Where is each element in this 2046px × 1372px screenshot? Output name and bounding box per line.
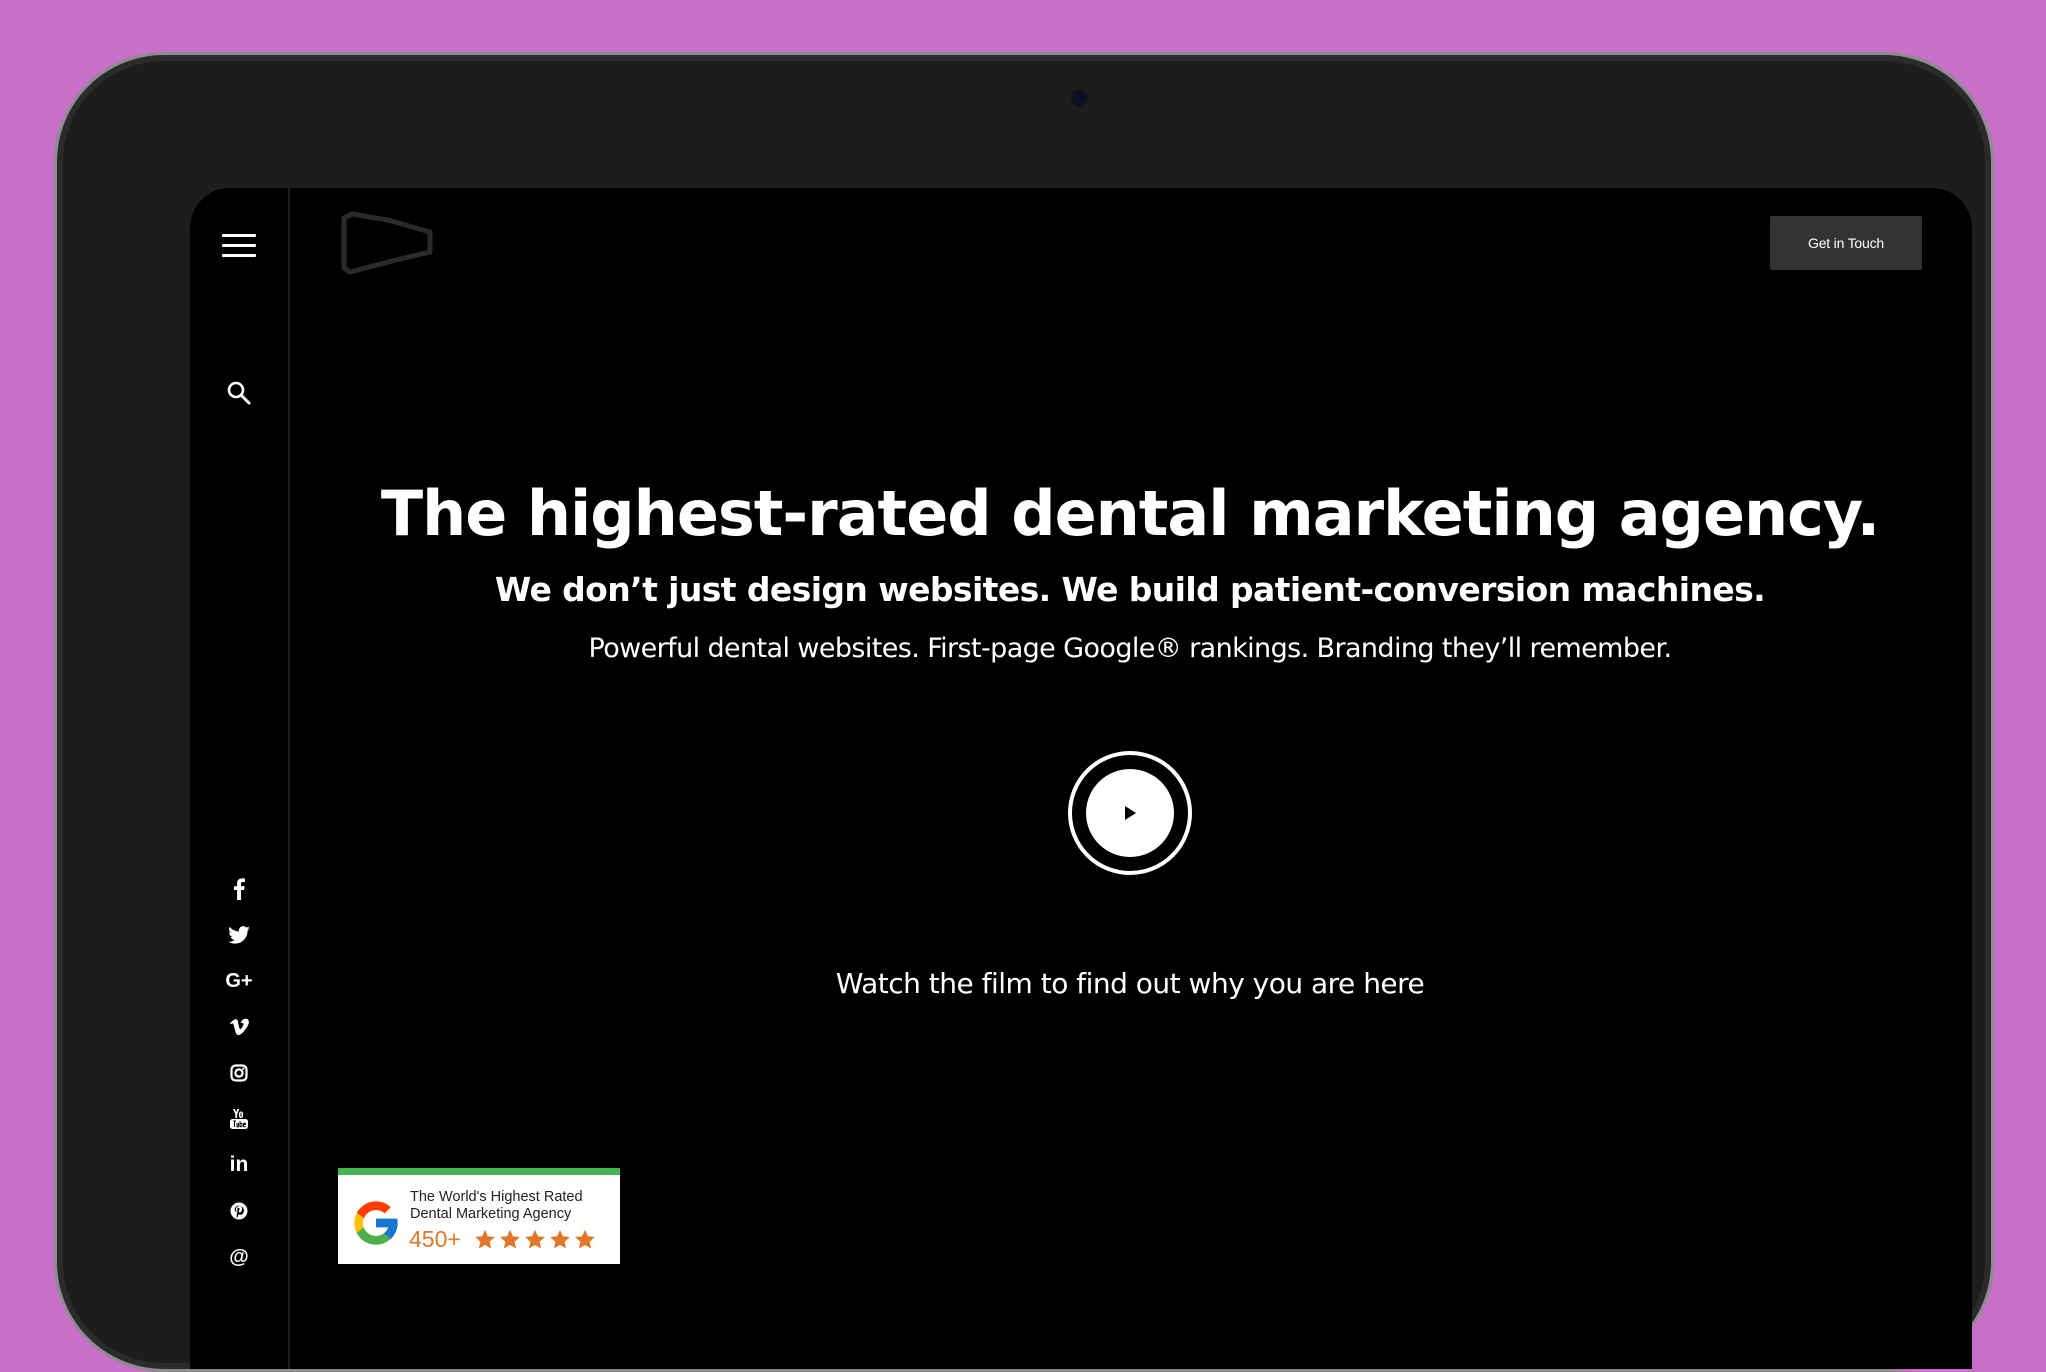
hamburger-menu-button[interactable] [222,234,256,258]
hero-headline: The highest-rated dental marketing agenc… [380,477,1880,550]
front-camera [1072,91,1086,105]
star-icon [575,1229,595,1249]
youtube-icon [230,1109,248,1129]
vimeo-icon [230,1018,249,1036]
review-count: 450+ [409,1226,461,1252]
star-icon [525,1229,545,1249]
agency-logo[interactable] [338,210,438,276]
email-icon: @ [229,1245,249,1268]
pinterest-link[interactable] [190,1188,288,1234]
twitter-link[interactable] [190,912,288,958]
google-plus-icon: G+ [225,969,253,992]
star-rating [474,1229,596,1250]
youtube-link[interactable] [190,1096,288,1142]
facebook-icon [234,878,245,900]
menu-line-icon [222,254,256,257]
badge-line-2: Dental Marketing Agency [410,1206,572,1222]
google-logo-icon [354,1201,398,1245]
play-video-button[interactable] [1068,751,1192,875]
twitter-icon [228,926,250,944]
website-screen: G+ in @ Get in Touch The highest-rated d… [190,188,1972,1369]
instagram-icon [230,1064,248,1082]
google-plus-link[interactable]: G+ [190,958,288,1004]
social-links: G+ in @ [190,866,288,1280]
google-rating-badge[interactable]: The World's Highest Rated Dental Marketi… [338,1168,620,1264]
star-icon [550,1229,570,1249]
hero-tagline: Powerful dental websites. First-page Goo… [588,633,1673,664]
linkedin-link[interactable]: in [190,1142,288,1188]
menu-line-icon [222,234,256,237]
star-icon [475,1229,495,1249]
hero-subheadline: We don’t just design websites. We build … [494,570,1766,609]
badge-line-1: The World's Highest Rated [410,1189,583,1205]
sidebar: G+ in @ [190,188,290,1369]
linkedin-icon: in [229,1153,249,1176]
get-in-touch-button[interactable]: Get in Touch [1770,216,1922,270]
search-icon [227,381,251,405]
tablet-frame: G+ in @ Get in Touch The highest-rated d… [54,52,1994,1372]
star-icon [500,1229,520,1249]
play-button-disc [1086,769,1174,857]
vimeo-link[interactable] [190,1004,288,1050]
facebook-link[interactable] [190,866,288,912]
menu-line-icon [222,244,256,247]
pinterest-icon [230,1202,248,1220]
email-link[interactable]: @ [190,1234,288,1280]
search-button[interactable] [226,380,252,406]
video-caption: Watch the film to find out why you are h… [835,967,1425,1000]
instagram-link[interactable] [190,1050,288,1096]
play-icon [1125,806,1136,820]
